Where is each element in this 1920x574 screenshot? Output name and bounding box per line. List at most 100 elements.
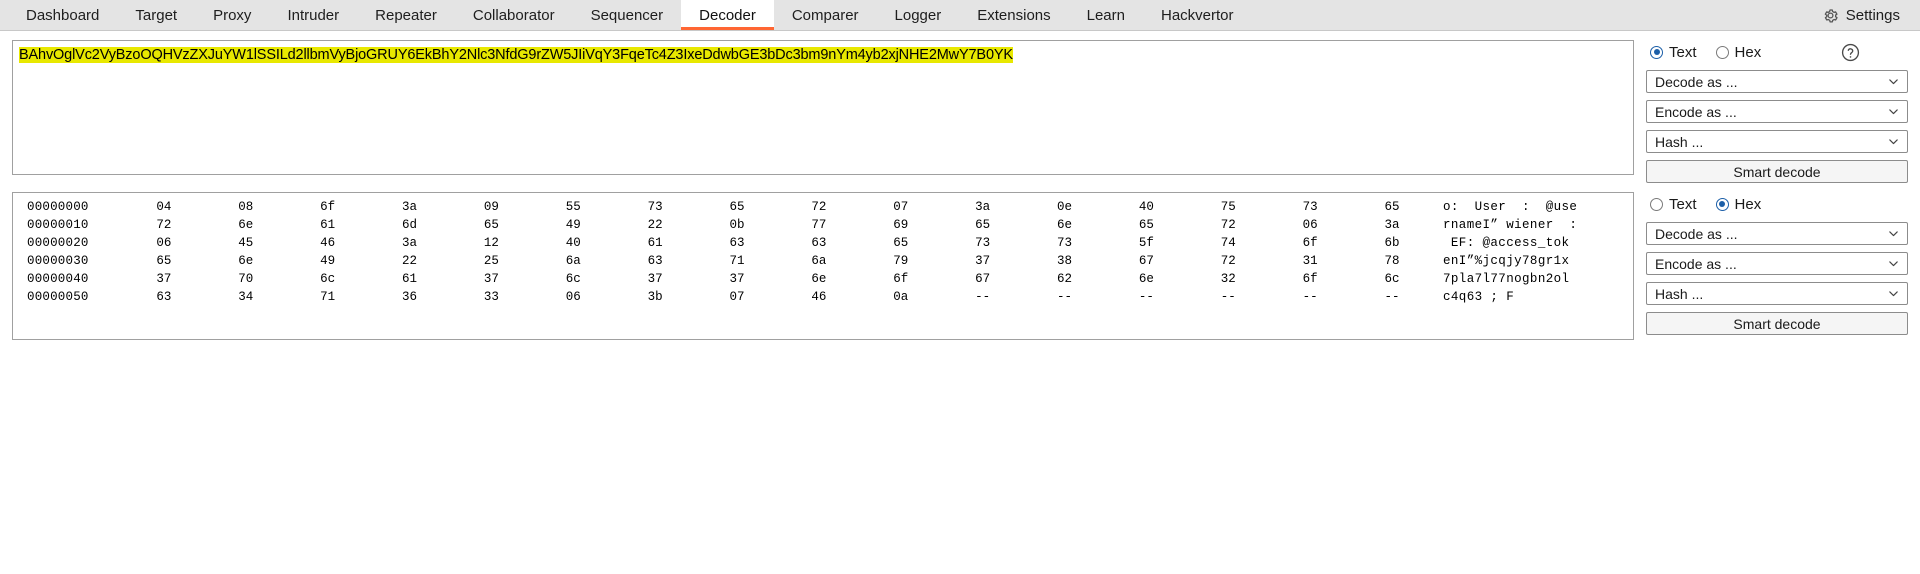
tab-learn[interactable]: Learn bbox=[1069, 0, 1143, 30]
bottom-radio-text[interactable]: Text bbox=[1650, 196, 1697, 213]
tab-intruder[interactable]: Intruder bbox=[269, 0, 357, 30]
hex-byte: 6f bbox=[1302, 236, 1318, 250]
hex-byte: 71 bbox=[320, 290, 336, 304]
tab-label: Extensions bbox=[977, 6, 1051, 24]
hex-byte: 65 bbox=[893, 236, 909, 250]
table-row: 00000000 04 08 6f 3a 09 55 73 65 72 07 3… bbox=[13, 198, 1633, 216]
hex-byte: 12 bbox=[483, 236, 499, 250]
hex-byte: 6e bbox=[238, 254, 254, 268]
hex-byte: 22 bbox=[402, 254, 418, 268]
hex-dump-body: 00000000 04 08 6f 3a 09 55 73 65 72 07 3… bbox=[13, 198, 1633, 306]
hex-offset: 00000000 bbox=[27, 200, 89, 214]
bottom-smart-decode-button[interactable]: Smart decode bbox=[1646, 312, 1908, 335]
chevron-down-icon bbox=[1889, 261, 1898, 267]
tab-label: Logger bbox=[894, 6, 942, 24]
highlighted-input-value: BAhvOglVc2VyBzoOQHVzZXJuYW1lSSILd2llbmVy… bbox=[19, 47, 1013, 63]
hex-byte: -- bbox=[1384, 290, 1400, 304]
bottom-encode-as-select[interactable]: Encode as ... bbox=[1646, 252, 1908, 275]
hex-byte: 73 bbox=[975, 236, 991, 250]
bottom-encode-as-label: Encode as ... bbox=[1655, 255, 1737, 272]
hex-byte: 37 bbox=[647, 272, 663, 286]
hex-byte: 55 bbox=[565, 200, 581, 214]
hex-offset: 00000020 bbox=[27, 236, 89, 250]
hex-byte: 32 bbox=[1220, 272, 1236, 286]
hex-byte: -- bbox=[1057, 290, 1073, 304]
tab-label: Sequencer bbox=[590, 6, 664, 24]
tab-label: Comparer bbox=[791, 6, 859, 24]
top-encode-as-select[interactable]: Encode as ... bbox=[1646, 100, 1908, 123]
hex-byte: 3b bbox=[647, 290, 663, 304]
hex-byte: 3a bbox=[975, 200, 991, 214]
decoder-input-editor[interactable]: BAhvOglVc2VyBzoOQHVzZXJuYW1lSSILd2llbmVy… bbox=[12, 40, 1634, 175]
tab-comparer[interactable]: Comparer bbox=[774, 0, 877, 30]
hex-byte: 67 bbox=[1138, 254, 1154, 268]
hex-byte: 0b bbox=[729, 218, 745, 232]
table-row: 00000030 65 6e 49 22 25 6a 63 71 6a 79 3… bbox=[13, 252, 1633, 270]
tab-collaborator[interactable]: Collaborator bbox=[455, 0, 573, 30]
top-hash-select[interactable]: Hash ... bbox=[1646, 130, 1908, 153]
hex-byte: 6a bbox=[811, 254, 827, 268]
hex-ascii: rnameI” wiener : bbox=[1443, 218, 1578, 232]
hex-byte: 25 bbox=[483, 254, 499, 268]
hex-byte: 06 bbox=[565, 290, 581, 304]
tab-extensions[interactable]: Extensions bbox=[959, 0, 1068, 30]
hex-byte: 65 bbox=[975, 218, 991, 232]
hex-byte: 65 bbox=[1138, 218, 1154, 232]
hex-byte: 07 bbox=[729, 290, 745, 304]
hex-byte: 72 bbox=[1220, 254, 1236, 268]
bottom-radio-hex[interactable]: Hex bbox=[1715, 195, 1762, 213]
hex-byte: 6e bbox=[811, 272, 827, 286]
hex-byte: 74 bbox=[1220, 236, 1236, 250]
hex-byte: -- bbox=[1302, 290, 1318, 304]
tab-decoder[interactable]: Decoder bbox=[681, 0, 774, 30]
top-hash-label: Hash ... bbox=[1655, 133, 1704, 150]
hex-byte: 0a bbox=[893, 290, 909, 304]
hex-byte: 40 bbox=[565, 236, 581, 250]
table-row: 00000050 63 34 71 36 33 06 3b 07 46 0a -… bbox=[13, 288, 1633, 306]
bottom-radio-hex-label: Hex bbox=[1734, 195, 1762, 213]
bottom-decode-as-select[interactable]: Decode as ... bbox=[1646, 222, 1908, 245]
hex-byte: -- bbox=[975, 290, 991, 304]
hex-byte: 65 bbox=[729, 200, 745, 214]
hex-byte: 69 bbox=[893, 218, 909, 232]
hex-byte: 45 bbox=[238, 236, 254, 250]
decoder-top-panel: BAhvOglVc2VyBzoOQHVzZXJuYW1lSSILd2llbmVy… bbox=[0, 31, 1920, 183]
hex-byte: 62 bbox=[1057, 272, 1073, 286]
tab-hackvertor[interactable]: Hackvertor bbox=[1143, 0, 1252, 30]
top-mode-radio-group: Text Hex bbox=[1646, 41, 1908, 63]
hex-ascii: c4q63 ; F bbox=[1443, 290, 1515, 304]
decoder-output-editor[interactable]: 00000000 04 08 6f 3a 09 55 73 65 72 07 3… bbox=[12, 192, 1634, 340]
hex-ascii: 7pla7l77nogbn2ol bbox=[1443, 272, 1570, 286]
bottom-hash-label: Hash ... bbox=[1655, 285, 1704, 302]
radio-dot-icon bbox=[1650, 45, 1663, 59]
hex-byte: 70 bbox=[238, 272, 254, 286]
decoder-bottom-panel: 00000000 04 08 6f 3a 09 55 73 65 72 07 3… bbox=[0, 183, 1920, 340]
top-smart-decode-button[interactable]: Smart decode bbox=[1646, 160, 1908, 183]
help-icon[interactable] bbox=[1841, 43, 1860, 62]
hex-byte: 0e bbox=[1057, 200, 1073, 214]
tab-logger[interactable]: Logger bbox=[877, 0, 960, 30]
tab-label: Dashboard bbox=[26, 6, 100, 24]
hex-byte: 31 bbox=[1302, 254, 1318, 268]
tab-sequencer[interactable]: Sequencer bbox=[573, 0, 682, 30]
hex-byte: 71 bbox=[729, 254, 745, 268]
tab-repeater[interactable]: Repeater bbox=[357, 0, 455, 30]
tab-proxy[interactable]: Proxy bbox=[195, 0, 269, 30]
tab-target[interactable]: Target bbox=[117, 0, 195, 30]
hex-offset: 00000040 bbox=[27, 272, 89, 286]
hex-byte: 63 bbox=[729, 236, 745, 250]
top-radio-text[interactable]: Text bbox=[1650, 44, 1697, 61]
top-decode-as-select[interactable]: Decode as ... bbox=[1646, 70, 1908, 93]
hex-offset: 00000030 bbox=[27, 254, 89, 268]
tab-dashboard[interactable]: Dashboard bbox=[8, 0, 117, 30]
hex-byte: 6b bbox=[1384, 236, 1400, 250]
hex-byte: -- bbox=[1138, 290, 1154, 304]
hex-byte: 3a bbox=[402, 236, 418, 250]
top-radio-hex[interactable]: Hex bbox=[1715, 44, 1761, 61]
settings-label: Settings bbox=[1845, 6, 1900, 24]
hex-byte: 61 bbox=[320, 218, 336, 232]
top-radio-text-label: Text bbox=[1669, 43, 1697, 61]
bottom-hash-select[interactable]: Hash ... bbox=[1646, 282, 1908, 305]
hex-byte: 79 bbox=[893, 254, 909, 268]
settings-button[interactable]: Settings bbox=[1822, 0, 1920, 30]
